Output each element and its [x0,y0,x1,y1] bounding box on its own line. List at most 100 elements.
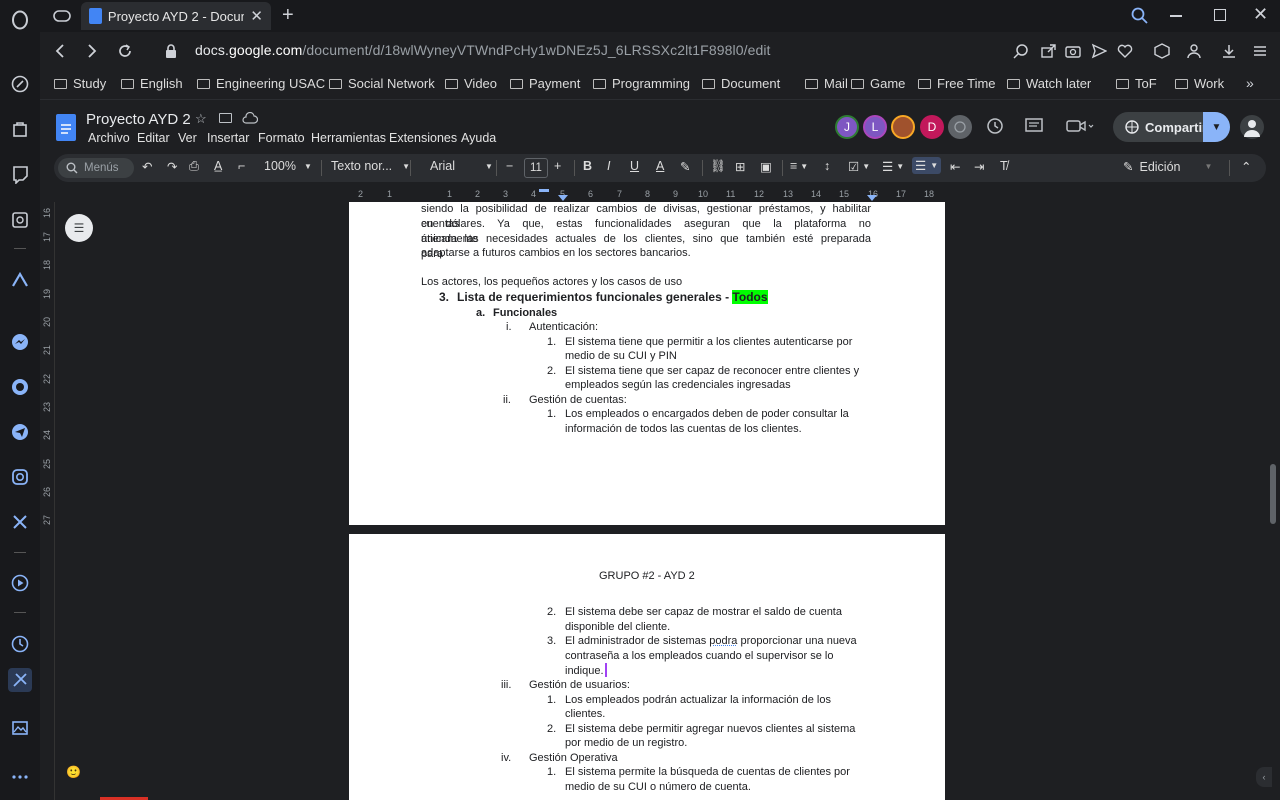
tools-icon[interactable] [8,668,32,692]
instagram-icon[interactable] [9,466,31,488]
editing-mode-select[interactable]: ✎ Edición ▼ [1123,159,1212,175]
menu-ver[interactable]: Ver [178,131,197,145]
menu-archivo[interactable]: Archivo [88,131,130,145]
whatsapp-icon[interactable] [9,376,31,398]
link-icon[interactable]: ⛓ [710,159,726,174]
menu-ayuda[interactable]: Ayuda [461,131,496,145]
decrease-font-icon[interactable]: − [506,159,513,173]
underline-icon[interactable]: U [630,159,639,173]
share-link-icon[interactable] [1037,40,1059,62]
undo-icon[interactable]: ↶ [142,159,152,174]
increase-font-icon[interactable]: + [554,159,561,173]
forward-icon[interactable] [81,40,103,62]
document-page[interactable]: siendo la posibilidad de realizar cambio… [349,202,945,525]
bookmark-document[interactable]: Document [702,76,780,91]
comment-icon[interactable]: ⊞ [735,159,745,174]
aria-icon[interactable] [9,73,31,95]
numbered-list-icon[interactable]: ☰ ▼ [912,157,942,174]
print-icon[interactable]: ⎙ [189,159,199,174]
search-tabs-icon[interactable] [1130,6,1150,26]
telegram-icon[interactable] [9,421,31,443]
collaborator-avatar[interactable] [891,115,915,139]
new-tab-icon[interactable]: + [282,4,294,27]
workspaces-icon[interactable] [52,6,72,26]
decrease-indent-icon[interactable]: ⇤ [950,159,960,174]
docs-logo-icon[interactable] [56,114,76,141]
share-dropdown-icon[interactable]: ▼ [1203,112,1230,142]
side-panel-toggle-icon[interactable]: ‹ [1256,767,1272,787]
menu-extensiones[interactable]: Extensiones [389,131,457,145]
gallery-icon[interactable] [9,717,31,739]
send-icon[interactable] [1088,40,1110,62]
shopping-icon[interactable] [9,118,31,140]
redo-icon[interactable]: ↷ [167,159,177,174]
document-title[interactable]: Proyecto AYD 2 [86,111,191,128]
menu-search[interactable]: Menús [58,158,134,178]
bookmark-engineering[interactable]: Engineering USAC [197,76,325,91]
bookmark-tof[interactable]: ToF [1116,76,1157,91]
snapshot-icon[interactable] [1062,40,1084,62]
more-collaborators-icon[interactable] [948,115,972,139]
restore-icon[interactable] [1214,9,1226,21]
profile-icon[interactable] [1183,40,1205,62]
collaborator-avatar[interactable]: L [863,115,887,139]
bookmark-watchlater[interactable]: Watch later [1007,76,1091,91]
font-size-input[interactable]: 11 [524,158,548,178]
clear-formatting-icon[interactable]: T̸ [1000,159,1008,173]
history-icon[interactable] [9,633,31,655]
emoji-icon[interactable]: 🙂 [66,765,81,779]
menu-editar[interactable]: Editar [137,131,170,145]
line-spacing-icon[interactable]: ↕ [824,159,830,173]
image-icon[interactable]: ▣ [760,159,772,174]
download-icon[interactable] [1218,40,1240,62]
move-folder-icon[interactable] [219,113,232,123]
close-window-icon[interactable]: ✕ [1253,4,1268,25]
menu-formato[interactable]: Formato [258,131,305,145]
paint-format-icon[interactable]: ⌐ [238,159,245,173]
first-line-indent-handle[interactable] [539,189,549,192]
bookmark-social[interactable]: Social Network [329,76,435,91]
checklist-icon[interactable]: ☑ ▼ [848,159,870,174]
tab-active[interactable]: Proyecto AYD 2 - Documen ✕ [81,2,271,30]
heart-icon[interactable] [1114,40,1136,62]
bulleted-list-icon[interactable]: ☰ ▼ [882,159,904,174]
game-icon[interactable] [9,209,31,231]
document-canvas[interactable]: ☰ siendo la posibilidad de realizar camb… [56,202,1272,800]
italic-icon[interactable]: I [607,159,610,173]
x-twitter-icon[interactable] [9,511,31,533]
back-icon[interactable] [49,40,71,62]
bookmark-study[interactable]: Study [54,76,106,91]
bookmark-programming[interactable]: Programming [593,76,690,91]
close-tab-icon[interactable]: ✕ [250,7,263,25]
left-indent-handle[interactable] [558,195,568,201]
version-history-icon[interactable] [986,117,1004,140]
right-indent-handle[interactable] [867,195,877,201]
extensions-icon[interactable] [1151,40,1173,62]
bookmark-work[interactable]: Work [1175,76,1224,91]
reload-icon[interactable] [114,40,136,62]
font-select[interactable]: Arial ▼ [430,159,493,173]
bookmark-video[interactable]: Video [445,76,497,91]
align-icon[interactable]: ≡ ▼ [790,159,808,173]
zoom-select[interactable]: 100% ▼ [264,159,312,173]
document-outline-icon[interactable]: ☰ [65,214,93,242]
bookmark-payment[interactable]: Payment [510,76,580,91]
collaborator-avatar[interactable]: D [920,115,944,139]
document-page[interactable]: GRUPO #2 - AYD 2 2. El sistema debe ser … [349,534,945,800]
bookmark-english[interactable]: English [121,76,183,91]
account-avatar[interactable] [1240,115,1264,139]
minimize-icon[interactable] [1170,15,1182,17]
url-field[interactable]: docs.google.com/document/d/18wlWyneyVTWn… [195,42,771,58]
zoom-search-icon[interactable] [1010,40,1032,62]
star-icon[interactable]: ☆ [195,111,207,127]
easy-setup-icon[interactable] [1249,40,1271,62]
messenger-icon[interactable] [9,331,31,353]
cloud-status-icon[interactable] [242,111,259,129]
more-icon[interactable] [9,766,31,788]
spellcheck-icon[interactable]: A̲ [214,159,222,173]
highlight-icon[interactable]: ✎ [680,159,690,174]
opera-logo-icon[interactable] [9,9,31,31]
menu-insertar[interactable]: Insertar [207,131,249,145]
style-select[interactable]: Texto nor... ▼ [331,159,410,173]
collapse-menus-icon[interactable]: ⌃ [1241,159,1251,174]
